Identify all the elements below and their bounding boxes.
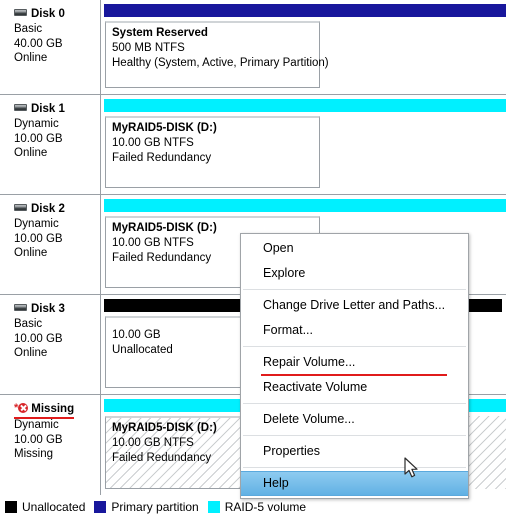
red-annotation-underline-missing bbox=[14, 417, 75, 419]
disk-status-label: Online bbox=[14, 147, 48, 159]
disk-type-label: Dynamic bbox=[14, 419, 59, 431]
menu-separator bbox=[243, 403, 466, 404]
volume-size-label: 10.00 GB NTFS bbox=[112, 137, 194, 149]
disk-type-label: Basic bbox=[14, 318, 43, 330]
disk-size-label: 10.00 GB bbox=[14, 232, 63, 245]
menu-item-label: Change Drive Letter and Paths... bbox=[263, 298, 446, 312]
menu-separator bbox=[243, 435, 466, 436]
disk-row-disk-0[interactable]: Disk 0 Basic 40.00 GB Online System Reserved… bbox=[0, 0, 506, 95]
menu-item-repair-volume[interactable]: Repair Volume... bbox=[241, 350, 468, 376]
menu-item-help[interactable]: Help bbox=[241, 471, 468, 496]
disk-info-pane-disk-0[interactable]: Disk 0 Basic 40.00 GB Online bbox=[0, 0, 101, 95]
disk-info-pane-disk-3[interactable]: Disk 3 Basic 10.00 GB Online bbox=[0, 295, 101, 395]
menu-item-properties[interactable]: Properties bbox=[241, 439, 468, 464]
menu-item-reactivate-volume[interactable]: Reactivate Volume bbox=[241, 375, 468, 400]
disk-title-disk-2: Disk 2 bbox=[14, 203, 65, 216]
raid5-volume-capacity-bar-disk-2 bbox=[104, 199, 506, 212]
disk-size-label: 40.00 GB bbox=[14, 37, 63, 50]
volume-name-label: MyRAID5-DISK (D:) bbox=[112, 122, 217, 134]
disk-title-missing: * Missing bbox=[14, 402, 75, 419]
volume-status-label: Healthy (System, Active, Primary Partiti… bbox=[112, 56, 329, 69]
disk-name-label: Disk 0 bbox=[31, 8, 65, 20]
disk-size-label: 10.00 GB bbox=[14, 433, 63, 446]
disk-type-label: Dynamic bbox=[14, 118, 59, 130]
volume-size-label: 500 MB NTFS bbox=[112, 42, 185, 54]
volume-area-disk-0: System Reserved 500 MB NTFS Healthy (Syste… bbox=[101, 0, 506, 95]
primary-partition-capacity-bar-disk-0 bbox=[104, 4, 506, 17]
error-x-icon bbox=[18, 402, 29, 413]
disk-status-label: Online bbox=[14, 347, 48, 359]
disk-status-label: Missing bbox=[14, 448, 53, 460]
disk-type-label: Dynamic bbox=[14, 218, 59, 230]
volume-area-disk-1: MyRAID5-DISK (D:) 10.00 GB NTFS Failed Red… bbox=[101, 95, 506, 195]
disk-drive-icon bbox=[14, 104, 27, 112]
menu-item-format[interactable]: Format... bbox=[241, 318, 468, 343]
legend-swatch bbox=[207, 501, 220, 513]
volume-box-disk-0[interactable]: System Reserved 500 MB NTFS Healthy (Syste… bbox=[105, 21, 329, 88]
legend-item-raid-5-volume: RAID-5 volume bbox=[207, 500, 307, 514]
disk-status-label: Online bbox=[14, 247, 48, 259]
volume-context-menu[interactable]: Open Explore Change Drive Letter and Paths… bbox=[240, 233, 469, 499]
disk-title-disk-0: Disk 0 bbox=[14, 8, 65, 21]
disk-drive-icon bbox=[14, 9, 27, 17]
menu-item-label: Format... bbox=[263, 323, 314, 337]
legend-swatch bbox=[5, 501, 17, 513]
menu-item-label: Open bbox=[263, 241, 294, 255]
disk-title-disk-3: Disk 3 bbox=[14, 303, 65, 316]
disk-info-pane-disk-2[interactable]: Disk 2 Dynamic 10.00 GB Online bbox=[0, 195, 101, 295]
menu-item-label: Help bbox=[263, 476, 289, 490]
disk-size-label: 10.00 GB bbox=[14, 132, 63, 145]
disk-name-label: Missing bbox=[31, 403, 75, 415]
disk-drive-icon bbox=[14, 304, 27, 312]
legend-bar: Unallocated Primary partition RAID-5 volum… bbox=[0, 496, 506, 518]
legend-label: Unallocated bbox=[22, 500, 86, 514]
menu-item-label: Delete Volume... bbox=[263, 412, 355, 426]
menu-item-label: Repair Volume... bbox=[263, 355, 356, 369]
menu-separator bbox=[243, 467, 466, 468]
menu-item-label: Reactivate Volume bbox=[263, 380, 368, 394]
menu-item-change-drive-letter-and-paths[interactable]: Change Drive Letter and Paths... bbox=[241, 293, 468, 318]
menu-separator bbox=[243, 346, 466, 347]
legend-label: Primary partition bbox=[111, 500, 199, 514]
menu-item-delete-volume[interactable]: Delete Volume... bbox=[241, 407, 468, 432]
menu-item-label: Properties bbox=[263, 444, 320, 458]
menu-item-open[interactable]: Open bbox=[241, 236, 468, 261]
disk-info-pane-disk-missing[interactable]: * Missing Dynamic 10.00 GB Missing bbox=[0, 395, 101, 495]
disk-name-label: Disk 1 bbox=[31, 103, 65, 115]
disk-name-label: Disk 3 bbox=[31, 303, 65, 315]
disk-drive-icon bbox=[14, 204, 27, 212]
menu-item-explore[interactable]: Explore bbox=[241, 261, 468, 286]
volume-name-label: System Reserved bbox=[112, 27, 208, 39]
menu-item-label: Explore bbox=[263, 266, 306, 280]
menu-separator bbox=[243, 289, 466, 290]
disk-type-label: Basic bbox=[14, 23, 43, 35]
disk-row-disk-1[interactable]: Disk 1 Dynamic 10.00 GB Online MyRAID5-DISK … bbox=[0, 95, 506, 195]
legend-swatch bbox=[94, 501, 107, 513]
disk-size-label: 10.00 GB bbox=[14, 332, 63, 345]
disk-management-graphical-view: Disk 0 Basic 40.00 GB Online System Reserved… bbox=[0, 0, 506, 518]
disk-info-pane-disk-1[interactable]: Disk 1 Dynamic 10.00 GB Online bbox=[0, 95, 101, 195]
disk-title-disk-1: Disk 1 bbox=[14, 103, 65, 116]
volume-status-label: Failed Redundancy bbox=[112, 151, 212, 164]
volume-box-disk-1[interactable]: MyRAID5-DISK (D:) 10.00 GB NTFS Failed Red… bbox=[105, 116, 320, 188]
legend-item-primary-partition: Primary partition bbox=[94, 500, 199, 514]
disk-name-label: Disk 2 bbox=[31, 203, 65, 215]
disk-status-label: Online bbox=[14, 52, 48, 64]
legend-label: RAID-5 volume bbox=[224, 500, 307, 514]
legend-item-unallocated: Unallocated bbox=[5, 500, 85, 514]
raid5-volume-capacity-bar-disk-1 bbox=[104, 99, 506, 112]
